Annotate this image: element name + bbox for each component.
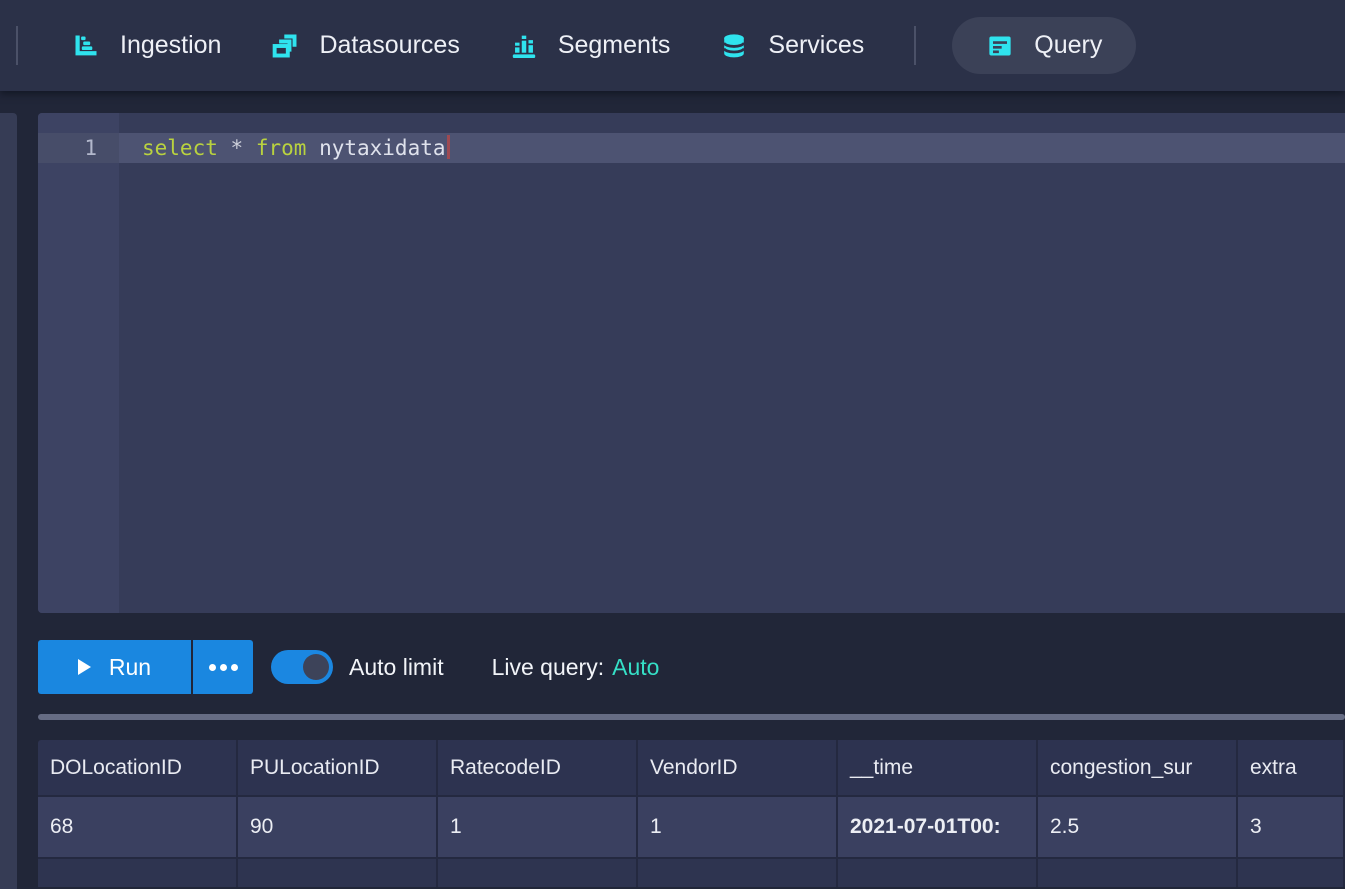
druid-console: Ingestion Datasources [0, 0, 1345, 889]
nav-divider [914, 26, 916, 65]
table-cell[interactable]: 2.5 [1038, 797, 1238, 857]
play-icon [78, 659, 91, 675]
column-header-extra[interactable]: extra [1238, 740, 1345, 795]
stacked-chart-icon [510, 32, 538, 60]
database-icon [720, 32, 748, 60]
table-cell-empty [238, 859, 438, 887]
application-icon [986, 32, 1014, 60]
column-header-DOLocationID[interactable]: DOLocationID [38, 740, 238, 795]
gantt-chart-icon [72, 32, 100, 60]
tab-ingestion[interactable]: Ingestion [72, 31, 221, 60]
table-cell[interactable]: 90 [238, 797, 438, 857]
text-cursor [447, 135, 450, 159]
sql-token: * [231, 136, 244, 160]
tab-label: Segments [558, 31, 671, 60]
live-query-value[interactable]: Auto [612, 654, 659, 680]
table-cell[interactable]: 1 [638, 797, 838, 857]
tab-segments[interactable]: Segments [510, 31, 671, 60]
sql-token: nytaxidata [319, 136, 445, 160]
top-nav: Ingestion Datasources [0, 0, 1345, 91]
tab-label: Query [1034, 31, 1102, 60]
run-bar: Run Auto limit Live query: Auto [38, 640, 659, 694]
auto-limit-label: Auto limit [349, 654, 444, 681]
more-icon [209, 664, 238, 671]
column-header-PULocationID[interactable]: PULocationID [238, 740, 438, 795]
column-header-RatecodeID[interactable]: RatecodeID [438, 740, 638, 795]
nav-left-divider [16, 26, 18, 65]
panel-splitter[interactable] [38, 714, 1345, 720]
table-cell[interactable]: 1 [438, 797, 638, 857]
table-cell[interactable]: 2021-07-01T00: [838, 797, 1038, 857]
table-cell-empty [1038, 859, 1238, 887]
toggle-knob [303, 654, 329, 680]
table-header-row: DOLocationIDPULocationIDRatecodeIDVendor… [38, 740, 1345, 797]
sql-editor[interactable]: 1 select * from nytaxidata [38, 113, 1345, 613]
column-header-congestion_sur[interactable]: congestion_sur [1038, 740, 1238, 795]
table-cell-empty [438, 859, 638, 887]
run-label: Run [109, 654, 151, 681]
table-row: 6890112021-07-01T00:2.53 [38, 797, 1345, 859]
table-cell-empty [838, 859, 1038, 887]
tab-services[interactable]: Services [720, 31, 864, 60]
run-button[interactable]: Run [38, 640, 191, 694]
tab-label: Ingestion [120, 31, 221, 60]
tab-label: Datasources [319, 31, 459, 60]
run-more-button[interactable] [193, 640, 253, 694]
table-body: 6890112021-07-01T00:2.53 [38, 797, 1345, 859]
column-header-VendorID[interactable]: VendorID [638, 740, 838, 795]
sql-token: select [142, 136, 218, 160]
table-cell[interactable]: 68 [38, 797, 238, 857]
table-row-partial [38, 859, 1345, 887]
table-cell-empty [1238, 859, 1345, 887]
table-cell-empty [38, 859, 238, 887]
table-cell[interactable]: 3 [1238, 797, 1345, 857]
code-line[interactable]: select * from nytaxidata [142, 133, 450, 163]
table-cell-empty [638, 859, 838, 887]
tab-query[interactable]: Query [952, 17, 1136, 74]
live-query-label: Live query: [492, 654, 605, 680]
tab-datasources[interactable]: Datasources [271, 31, 459, 60]
sql-token: from [256, 136, 307, 160]
line-number: 1 [38, 133, 97, 163]
tab-label: Services [768, 31, 864, 60]
auto-limit-toggle[interactable] [271, 650, 333, 684]
collapsed-panel-strip [0, 113, 17, 889]
results-table: DOLocationIDPULocationIDRatecodeIDVendor… [38, 740, 1345, 889]
editor-gutter [38, 113, 119, 613]
stacked-rects-icon [271, 32, 299, 60]
column-header-__time[interactable]: __time [838, 740, 1038, 795]
live-query: Live query: Auto [492, 654, 660, 681]
